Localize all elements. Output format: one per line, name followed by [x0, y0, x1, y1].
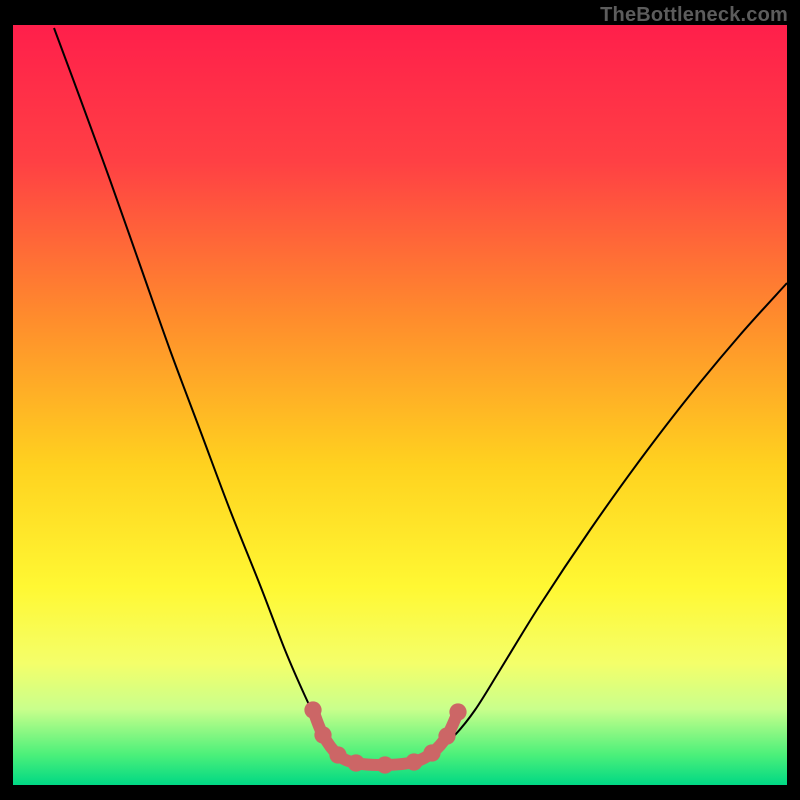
trough-dot	[438, 727, 455, 744]
bottleneck-chart	[0, 0, 800, 800]
trough-dot	[449, 703, 466, 720]
chart-frame: TheBottleneck.com	[0, 0, 800, 800]
trough-dot	[423, 744, 440, 761]
watermark-text: TheBottleneck.com	[600, 4, 788, 27]
plot-background	[13, 25, 787, 785]
trough-dot	[405, 753, 422, 770]
trough-dot	[304, 701, 321, 718]
trough-dot	[329, 746, 346, 763]
trough-dot	[314, 726, 331, 743]
trough-dot	[376, 756, 393, 773]
trough-dot	[347, 754, 364, 771]
